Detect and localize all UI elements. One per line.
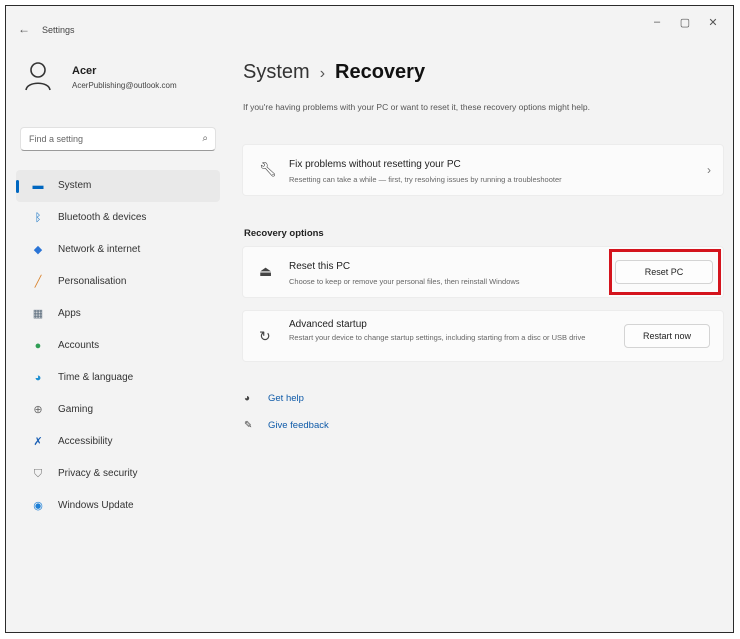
breadcrumb: System › Recovery xyxy=(243,61,425,84)
avatar-icon xyxy=(25,62,51,91)
search-input[interactable]: Find a setting ⌕ xyxy=(20,127,216,151)
sidebar-item-windows-update[interactable]: ◉ Windows Update xyxy=(16,490,220,522)
give-feedback-link[interactable]: ✎ Give feedback xyxy=(244,420,329,431)
sidebar-item-apps[interactable]: ▦ Apps xyxy=(16,298,220,330)
sidebar-item-label: Network & internet xyxy=(58,244,141,255)
sidebar-item-label: Accessibility xyxy=(58,436,113,447)
update-icon: ◉ xyxy=(33,500,43,512)
display-icon: ▬ xyxy=(32,180,44,192)
sidebar-item-label: Apps xyxy=(58,308,81,319)
brush-icon: ╱ xyxy=(34,276,42,288)
sidebar-item-label: Bluetooth & devices xyxy=(58,212,147,223)
sidebar-item-label: Gaming xyxy=(58,404,94,415)
feedback-icon: ✎ xyxy=(244,420,253,431)
maximize-button[interactable]: ▢ xyxy=(671,16,699,29)
search-placeholder: Find a setting xyxy=(29,134,84,144)
sidebar-item-accessibility[interactable]: ✗ Accessibility xyxy=(16,426,220,458)
reset-pc-icon: ⏏ xyxy=(259,263,273,279)
highlight-annotation xyxy=(609,249,721,295)
shield-icon: ⛉ xyxy=(33,468,43,480)
help-icon: ◕ xyxy=(244,393,251,404)
sidebar-item-privacy[interactable]: ⛉ Privacy & security xyxy=(16,458,220,490)
give-feedback-label: Give feedback xyxy=(268,420,329,431)
wrench-icon: 🔧︎ xyxy=(259,161,277,177)
settings-window: ← Settings – ▢ ✕ Acer AcerPublishing@out… xyxy=(5,5,734,633)
active-indicator xyxy=(16,180,19,193)
sidebar-item-label: Privacy & security xyxy=(58,468,138,479)
sidebar-item-accounts[interactable]: ● Accounts xyxy=(16,330,220,362)
network-icon: ◆ xyxy=(33,244,43,256)
page-title: Recovery xyxy=(335,61,426,83)
window-controls: – ▢ ✕ xyxy=(643,16,727,29)
intro-text: If you're having problems with your PC o… xyxy=(243,102,590,112)
accessibility-icon: ✗ xyxy=(33,436,43,448)
breadcrumb-parent[interactable]: System xyxy=(243,61,310,83)
chevron-right-icon: › xyxy=(707,163,711,177)
bluetooth-icon: ᛒ xyxy=(34,212,42,224)
fix-problems-card[interactable]: 🔧︎ Fix problems without resetting your P… xyxy=(242,144,724,196)
back-arrow-icon[interactable]: ← xyxy=(18,22,30,36)
sidebar-item-label: Time & language xyxy=(58,372,134,383)
fix-problems-title: Fix problems without resetting your PC xyxy=(289,159,461,170)
sidebar-item-gaming[interactable]: ⊕ Gaming xyxy=(16,394,220,426)
restart-now-button[interactable]: Restart now xyxy=(624,324,710,348)
reset-pc-desc: Choose to keep or remove your personal f… xyxy=(289,277,520,286)
sidebar-item-label: Windows Update xyxy=(58,500,134,511)
get-help-label: Get help xyxy=(268,393,304,404)
sidebar-item-bluetooth[interactable]: ᛒ Bluetooth & devices xyxy=(16,202,220,234)
title-bar: ← Settings – ▢ ✕ xyxy=(6,6,733,46)
fix-problems-desc: Resetting can take a while — first, try … xyxy=(289,175,562,184)
app-title: Settings xyxy=(42,25,75,35)
apps-icon: ▦ xyxy=(32,308,44,320)
close-button[interactable]: ✕ xyxy=(699,16,727,29)
sidebar-item-system[interactable]: ▬ System xyxy=(16,170,220,202)
globe-clock-icon: ◕ xyxy=(34,372,42,384)
profile-email: AcerPublishing@outlook.com xyxy=(72,81,177,90)
section-heading: Recovery options xyxy=(244,228,324,239)
advanced-startup-icon: ↻ xyxy=(259,328,271,344)
advanced-startup-title: Advanced startup xyxy=(289,319,367,330)
get-help-link[interactable]: ◕ Get help xyxy=(244,393,304,404)
minimize-button[interactable]: – xyxy=(643,16,671,29)
sidebar-item-network[interactable]: ◆ Network & internet xyxy=(16,234,220,266)
sidebar-item-personalisation[interactable]: ╱ Personalisation xyxy=(16,266,220,298)
search-icon: ⌕ xyxy=(202,133,208,144)
sidebar-item-label: Personalisation xyxy=(58,276,127,287)
accounts-icon: ● xyxy=(34,340,42,352)
sidebar-item-label: System xyxy=(58,180,92,191)
breadcrumb-separator: › xyxy=(319,65,326,82)
gamepad-icon: ⊕ xyxy=(33,404,43,416)
sidebar-item-label: Accounts xyxy=(58,340,100,351)
reset-pc-title: Reset this PC xyxy=(289,261,351,272)
profile-name: Acer xyxy=(72,65,97,77)
sidebar-item-time-language[interactable]: ◕ Time & language xyxy=(16,362,220,394)
sidebar-nav: ▬ System ᛒ Bluetooth & devices ◆ Network… xyxy=(16,170,220,522)
advanced-startup-desc: Restart your device to change startup se… xyxy=(289,333,586,342)
